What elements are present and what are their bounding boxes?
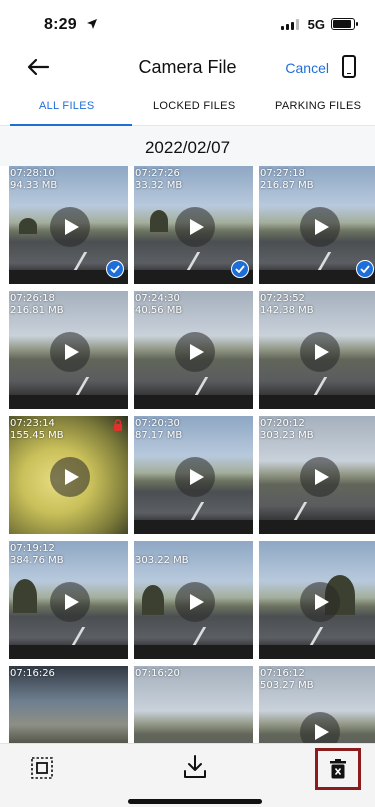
date-label: 2022/02/07 [144,138,231,157]
video-size: 503.27 MB [260,680,314,691]
car-hood [134,395,253,409]
selected-check-icon[interactable] [356,260,374,278]
play-icon[interactable] [50,457,90,497]
play-icon[interactable] [300,457,340,497]
video-thumbnail[interactable]: 07:16:12 503.27 MB [259,666,375,743]
play-icon[interactable] [300,582,340,622]
camera-file-screen: 8:29 5G Camera File Cancel ALL FILES LOC… [0,0,375,807]
play-icon[interactable] [175,332,215,372]
car-hood [259,395,375,409]
video-thumbnail[interactable]: 07:23:14 155.45 MB [9,416,131,537]
video-size: 216.87 MB [260,180,314,191]
video-thumbnail-grid: 07:28:10 94.33 MB 07:27:26 33.32 MB 07:2… [9,166,375,743]
nav-bar: Camera File Cancel [0,44,375,90]
video-timestamp: 07:23:52 [260,293,305,304]
video-thumbnail[interactable]: 07:26:18 216.81 MB [9,291,131,412]
video-timestamp: 07:16:26 [10,668,55,679]
play-icon[interactable] [175,582,215,622]
video-thumbnail[interactable]: 303.22 MB [134,541,256,662]
play-icon[interactable] [175,207,215,247]
file-tabs: ALL FILES LOCKED FILES PARKING FILES [0,90,375,126]
play-icon[interactable] [300,332,340,372]
download-icon[interactable] [183,754,207,780]
play-icon[interactable] [50,207,90,247]
video-size: 155.45 MB [10,430,64,441]
video-timestamp: 07:27:26 [135,168,180,179]
tab-all-files[interactable]: ALL FILES [39,100,95,112]
selected-check-icon[interactable] [106,260,124,278]
video-timestamp: 07:23:14 [10,418,55,429]
select-all-icon[interactable] [30,756,54,780]
video-thumbnail[interactable]: 07:16:20 [134,666,256,743]
status-bar: 8:29 5G [0,0,375,44]
video-thumbnail[interactable]: 07:20:30 87.17 MB [134,416,256,537]
video-timestamp: 07:20:30 [135,418,180,429]
video-size: 303.22 MB [135,555,189,566]
video-timestamp: 07:28:10 [10,168,55,179]
video-thumbnail[interactable]: 07:16:26 [9,666,131,743]
video-timestamp: 07:19:12 [10,543,55,554]
video-thumbnail[interactable]: 07:23:52 142.38 MB [259,291,375,412]
video-size: 216.81 MB [10,305,64,316]
video-timestamp: 07:24:30 [135,293,180,304]
play-icon[interactable] [50,582,90,622]
video-timestamp: 07:20:12 [260,418,305,429]
video-timestamp: 07:27:18 [260,168,305,179]
video-size: 384.76 MB [10,555,64,566]
play-icon[interactable] [50,332,90,372]
play-icon[interactable] [300,207,340,247]
car-hood [259,645,375,659]
video-thumbnail[interactable]: 07:19:12 384.76 MB [9,541,131,662]
selected-check-icon[interactable] [231,260,249,278]
play-icon[interactable] [300,712,340,743]
status-time: 8:29 [44,16,77,33]
video-size: 94.33 MB [10,180,58,191]
signal-icon [281,19,299,30]
video-size: 142.38 MB [260,305,314,316]
location-arrow-icon [87,19,97,29]
bottom-toolbar [0,743,375,807]
video-thumbnail[interactable] [259,541,375,662]
video-size: 303.23 MB [260,430,314,441]
home-indicator [128,799,262,804]
video-thumbnail[interactable]: 07:27:26 33.32 MB [134,166,256,287]
video-thumbnail[interactable]: 07:24:30 40.56 MB [134,291,256,412]
car-hood [9,395,128,409]
video-thumbnail[interactable]: 07:28:10 94.33 MB [9,166,131,287]
tab-parking-files[interactable]: PARKING FILES [275,100,361,112]
video-timestamp: 07:16:20 [135,668,180,679]
video-size: 33.32 MB [135,180,183,191]
delete-icon [330,759,346,779]
phone-storage-icon[interactable] [342,55,356,78]
play-icon[interactable] [175,457,215,497]
video-thumbnail[interactable]: 07:27:18 216.87 MB [259,166,375,287]
video-size: 40.56 MB [135,305,183,316]
video-size: 87.17 MB [135,430,183,441]
car-hood [134,645,253,659]
delete-button[interactable] [315,748,361,790]
car-hood [134,520,253,534]
car-hood [259,520,375,534]
cancel-button[interactable]: Cancel [285,60,329,76]
tab-locked-files[interactable]: LOCKED FILES [153,100,235,112]
video-thumbnail[interactable]: 07:20:12 303.23 MB [259,416,375,537]
lock-icon [114,419,122,431]
battery-icon [331,18,358,30]
video-timestamp: 07:26:18 [10,293,55,304]
video-timestamp: 07:16:12 [260,668,305,679]
network-label: 5G [307,17,325,32]
car-hood [9,645,128,659]
date-section-header: 2022/02/07 [0,126,375,166]
